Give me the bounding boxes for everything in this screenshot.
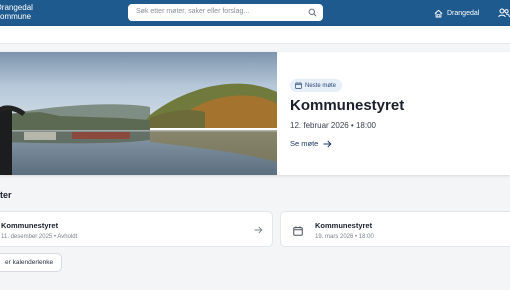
site-logo[interactable]: Drangedal kommune: [0, 3, 33, 21]
home-link[interactable]: Drangedal: [434, 8, 479, 18]
meeting-title: Kommunestyret: [290, 97, 405, 114]
search-box[interactable]: Søk etter møter, saker eller forslag...: [128, 4, 323, 21]
section-heading: ter: [0, 190, 12, 200]
see-meeting-link[interactable]: Se møte: [290, 139, 332, 148]
hero-image: [0, 52, 277, 175]
meeting-card-upcoming[interactable]: Kommunestyret 19. mars 2026 • 18:00: [280, 211, 510, 247]
home-icon: [434, 9, 443, 18]
search-input[interactable]: Søk etter møter, saker eller forslag...: [136, 8, 249, 15]
users-icon[interactable]: [498, 8, 510, 18]
card-subtitle: 11. desember 2025 • Avholdt: [1, 234, 78, 240]
logo-line-1: Drangedal: [0, 3, 33, 12]
see-meeting-label: Se møte: [290, 139, 319, 148]
search-icon[interactable]: [308, 8, 317, 17]
calendar-link-button[interactable]: er kalenderlenke: [0, 253, 63, 272]
card-subtitle: 19. mars 2026 • 18:00: [315, 234, 374, 240]
logo-line-2: kommune: [0, 12, 32, 21]
card-title: Kommunestyret: [1, 221, 59, 230]
top-header: Drangedal kommune Søk etter møter, saker…: [0, 0, 510, 26]
calendar-icon: [295, 82, 302, 89]
next-meeting-info: Neste møte Kommunestyret 12. februar 202…: [277, 52, 510, 175]
meeting-date: 12. februar 2026 • 18:00: [290, 121, 376, 130]
badge-label: Neste møte: [305, 82, 337, 89]
home-label: Drangedal: [447, 9, 480, 17]
meeting-card-past[interactable]: Kommunestyret 11. desember 2025 • Avhold…: [0, 211, 273, 247]
next-meeting-badge: Neste møte: [290, 79, 343, 92]
card-title: Kommunestyret: [315, 221, 373, 230]
sub-header-bar: [0, 26, 510, 44]
calendar-icon: [293, 226, 303, 236]
arrow-right-icon: [254, 226, 263, 234]
arrow-right-icon: [323, 140, 332, 147]
next-meeting-card[interactable]: Neste møte Kommunestyret 12. februar 202…: [0, 52, 510, 175]
